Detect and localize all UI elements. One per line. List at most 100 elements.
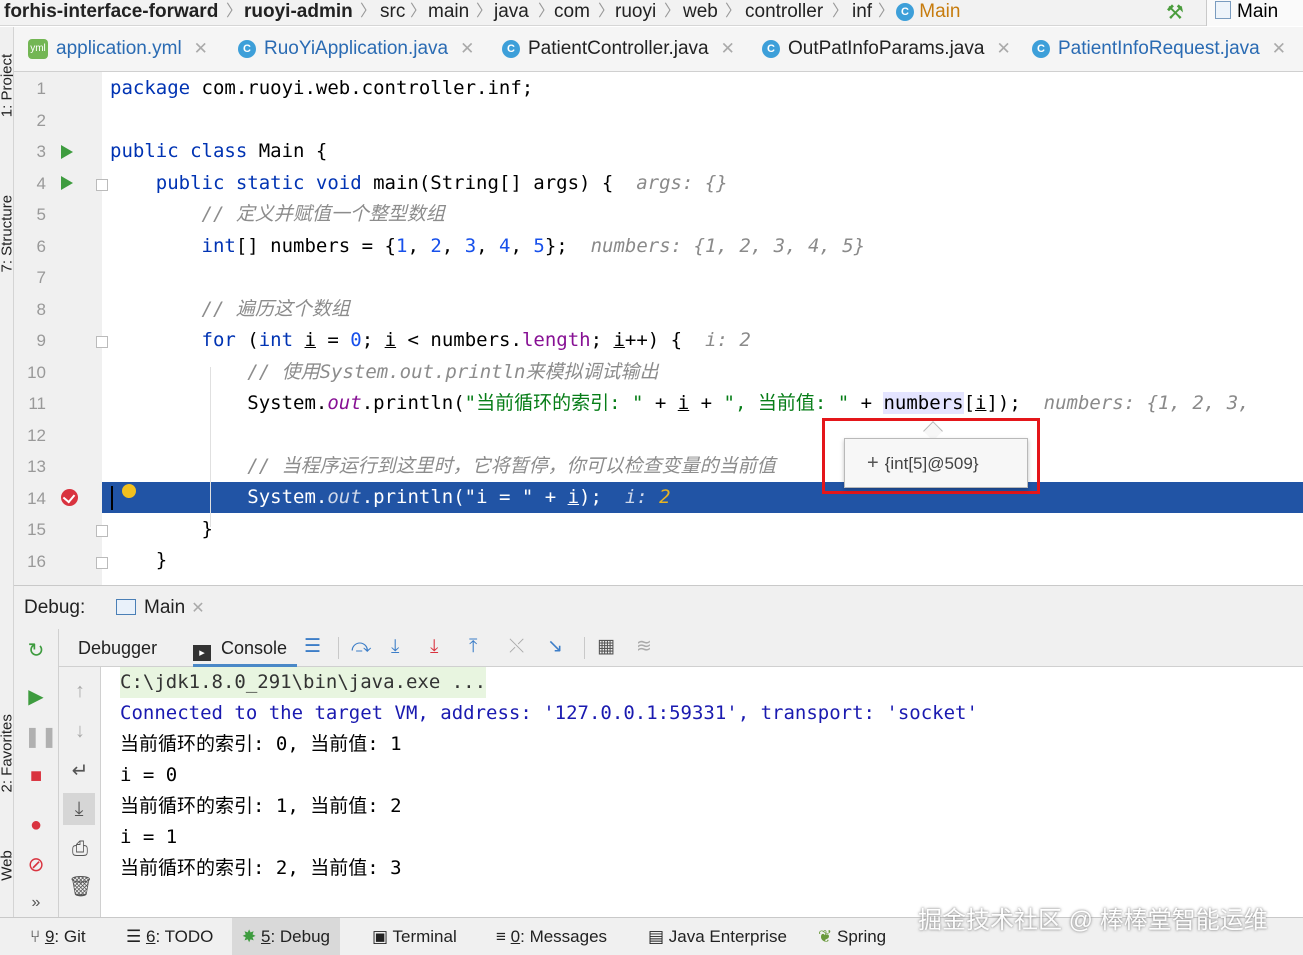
breadcrumb-separator: 〉 — [832, 3, 849, 20]
fold-marker-icon[interactable] — [96, 525, 108, 537]
console-line: i = 1 — [120, 826, 178, 848]
todo-tool-button[interactable]: ☰ 6: TODO — [126, 918, 213, 955]
debug-session-tab[interactable]: Main ✕ — [116, 586, 205, 631]
evaluate-expression-icon[interactable]: ▦ — [597, 637, 615, 657]
tab-patientinfo-request[interactable]: C PatientInfoRequest.java ✕ — [1032, 27, 1286, 71]
fold-marker-icon[interactable] — [96, 179, 108, 191]
fold-marker-icon[interactable] — [96, 336, 108, 348]
debug-panel-header: Debug: Main ✕ — [14, 585, 1303, 629]
close-icon[interactable]: ✕ — [191, 600, 204, 617]
breadcrumb-module[interactable]: ruoyi-admin — [244, 0, 353, 24]
breadcrumb-controller[interactable]: controller — [745, 0, 823, 24]
messages-tool-button[interactable]: ≡ 0: Messages — [496, 918, 607, 955]
code-line-9: for (int i = 0; i < numbers.length; i++)… — [201, 329, 751, 351]
pause-program-icon[interactable]: ❚❚ — [24, 727, 58, 747]
console-line: 当前循环的索引: 2, 当前值: 3 — [120, 857, 402, 879]
soft-wrap-icon[interactable]: ↵ — [68, 761, 92, 781]
breadcrumb-separator: 〉 — [725, 3, 742, 20]
project-tool-button[interactable]: 1: Project — [0, 49, 13, 123]
tab-application-yml[interactable]: yml application.yml ✕ — [28, 27, 208, 71]
breakpoint-icon[interactable] — [61, 489, 78, 506]
spring-tool-button[interactable]: ❦ Spring — [818, 918, 886, 955]
line-number: 3 — [36, 142, 46, 161]
drop-frame-icon[interactable]: ⤬ — [509, 637, 524, 657]
trace-current-stream-icon[interactable]: ≋ — [636, 637, 652, 657]
step-into-icon[interactable]: ⤓ — [391, 637, 399, 657]
tab-label: application.yml — [56, 38, 182, 59]
code-line-1: package com.ruoyi.web.controller.inf; — [110, 77, 534, 99]
build-hammer-icon[interactable]: ⚒ — [1166, 1, 1184, 25]
web-tool-button[interactable]: Web — [0, 829, 13, 903]
console-tab-label: Console — [221, 638, 288, 658]
breadcrumb-separator: 〉 — [226, 3, 243, 20]
close-icon[interactable]: ✕ — [996, 39, 1010, 58]
arrow-down-icon[interactable]: ↓ — [68, 721, 92, 741]
line-number: 11 — [28, 394, 46, 413]
breadcrumb-project[interactable]: forhis-interface-forward — [4, 0, 218, 24]
debug-bug-icon: ✸ — [242, 927, 257, 946]
intention-bulb-icon[interactable] — [122, 484, 136, 498]
console-line: 当前循环的索引: 0, 当前值: 1 — [120, 733, 402, 755]
breadcrumb-inf[interactable]: inf — [852, 0, 872, 24]
variable-value-tooltip[interactable]: + {int[5]@509} — [844, 438, 1028, 488]
console-output[interactable]: C:\jdk1.8.0_291\bin\java.exe ... Connect… — [102, 667, 1303, 917]
line-number: 12 — [27, 426, 46, 445]
git-tool-button[interactable]: ⑂ 9: Git — [30, 918, 86, 955]
run-method-icon[interactable] — [61, 176, 73, 190]
terminal-tool-button[interactable]: ▣ Terminal — [372, 918, 457, 955]
expand-plus-icon[interactable]: + — [867, 452, 879, 474]
tab-patient-controller[interactable]: C PatientController.java ✕ — [502, 27, 735, 71]
toolbar-divider — [338, 637, 339, 659]
force-step-into-icon[interactable]: ⤓ — [430, 637, 438, 657]
arrow-up-icon[interactable]: ↑ — [68, 681, 92, 701]
close-icon[interactable]: ✕ — [460, 39, 474, 58]
java-enterprise-tool-button[interactable]: ▤ Java Enterprise — [648, 918, 787, 955]
run-configuration-selector[interactable]: Main — [1206, 0, 1303, 26]
stop-icon[interactable]: ■ — [24, 766, 48, 786]
step-over-icon[interactable]: ⤼ — [351, 637, 371, 657]
close-icon[interactable]: ✕ — [721, 39, 735, 58]
code-line-5: // 定义并赋值一个整型数组 — [201, 203, 445, 225]
clear-all-icon[interactable]: 🗑 — [68, 877, 93, 897]
structure-tool-button[interactable]: 7: Structure — [0, 195, 13, 273]
close-icon[interactable]: ✕ — [1272, 39, 1286, 58]
print-icon[interactable]: ⎙ — [68, 839, 92, 859]
left-tool-strip: 1: Project 7: Structure 2: Favorites Web — [0, 27, 14, 917]
breadcrumb-main[interactable]: main — [428, 0, 469, 24]
breadcrumb-class-main[interactable]: C Main — [896, 0, 960, 24]
run-config-icon — [1215, 1, 1231, 19]
tab-ruoyi-application[interactable]: C RuoYiApplication.java ✕ — [238, 27, 474, 71]
mute-breakpoints-icon[interactable]: ⊘ — [24, 855, 48, 875]
editor-gutter[interactable]: 1 2 3 4 5 6 7 8 9 10 11 12 13 14 15 16 — [14, 72, 108, 585]
console-line: 当前循环的索引: 1, 当前值: 2 — [120, 795, 402, 817]
rerun-icon[interactable]: ↻ — [24, 641, 48, 661]
restore-layout-icon[interactable]: ☰ — [304, 637, 321, 657]
breadcrumb-separator: 〉 — [476, 3, 493, 20]
inline-variable-hint: numbers: {1, 2, 3, — [1043, 392, 1250, 414]
resume-program-icon[interactable]: ▶ — [24, 687, 48, 707]
debug-tool-button[interactable]: ✸ 5: Debug — [232, 918, 340, 955]
favorites-tool-button[interactable]: 2: Favorites — [0, 714, 13, 792]
console-side-toolbar: ↑ ↓ ↵ ⤓ ⎙ 🗑 — [59, 667, 101, 917]
code-editor[interactable]: 1 2 3 4 5 6 7 8 9 10 11 12 13 14 15 16 p… — [14, 72, 1303, 585]
breadcrumb-web[interactable]: web — [683, 0, 718, 24]
breadcrumb-separator: 〉 — [878, 3, 895, 20]
tab-debugger[interactable]: Debugger — [78, 629, 157, 667]
run-to-cursor-icon[interactable]: ↘ — [547, 637, 563, 657]
code-line-14: System.out.println("i = " + i); i: 2 — [247, 486, 671, 508]
close-icon[interactable]: ✕ — [194, 39, 208, 58]
tab-console[interactable]: ▸ Console — [193, 629, 298, 667]
more-actions-icon[interactable]: » — [24, 893, 48, 913]
fold-marker-icon[interactable] — [96, 557, 108, 569]
breadcrumb-java[interactable]: java — [494, 0, 529, 24]
tab-outpatinfo-params[interactable]: C OutPatInfoParams.java ✕ — [762, 27, 1011, 71]
breadcrumb-separator: 〉 — [664, 3, 681, 20]
breadcrumb-src[interactable]: src — [380, 0, 405, 24]
code-line-10: // 使用System.out.println来模拟调试输出 — [247, 361, 659, 383]
view-breakpoints-icon[interactable]: ● — [24, 815, 48, 835]
breadcrumb-com[interactable]: com — [554, 0, 590, 24]
scroll-to-end-icon[interactable]: ⤓ — [63, 793, 95, 825]
step-out-icon[interactable]: ⤒ — [469, 637, 477, 657]
run-class-icon[interactable] — [61, 145, 73, 159]
breadcrumb-ruoyi[interactable]: ruoyi — [615, 0, 656, 24]
